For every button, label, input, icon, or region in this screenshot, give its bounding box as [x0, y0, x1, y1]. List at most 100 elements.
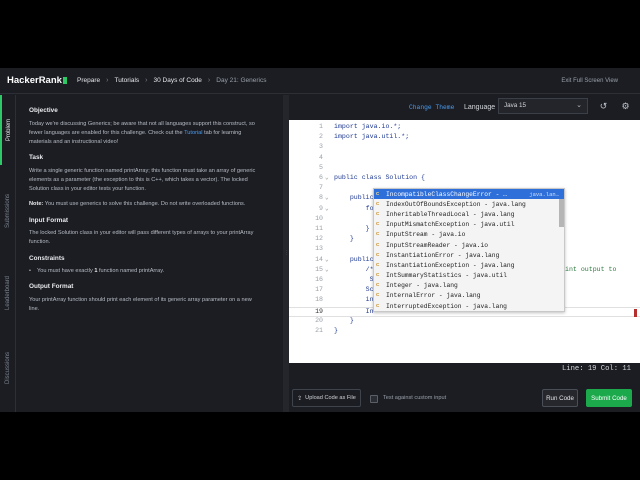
code-line[interactable]: 21} [289, 327, 640, 337]
fold-arrow-icon[interactable]: ⌄ [325, 205, 329, 212]
code-text: public class Solution { [334, 174, 426, 181]
class-icon: C [376, 190, 380, 196]
autocomplete-item[interactable]: C InstantiationException - java.lang [374, 260, 564, 270]
class-icon: C [376, 200, 380, 206]
autocomplete-label: InputStreamReader - java.io [386, 241, 489, 249]
fold-arrow-icon[interactable]: ⌄ [325, 194, 329, 201]
task-text: Write a single generic function named pr… [29, 167, 256, 193]
input-format-text: The locked Solution class in your editor… [29, 230, 254, 246]
class-icon: C [376, 282, 380, 288]
autocomplete-dropdown[interactable]: C IncompatibleClassChangeError - … java.la… [373, 188, 565, 312]
code-text: in [334, 296, 374, 304]
autocomplete-label: InputStream - java.io [386, 231, 466, 239]
change-theme-button[interactable]: Change Theme [409, 104, 454, 111]
note-body: You must use generics to solve this chal… [43, 201, 246, 208]
code-line[interactable]: 4 [289, 154, 640, 164]
line-number: 4 [319, 153, 323, 161]
autocomplete-item[interactable]: C InternalError - java.lang [374, 291, 564, 301]
fold-arrow-icon[interactable]: ⌄ [325, 174, 329, 181]
chevron-right-icon: › [207, 77, 211, 84]
line-number: 13 [315, 245, 323, 253]
code-line[interactable]: 2 import java.util.*; [289, 133, 640, 143]
constraint-text: function named printArray. [97, 268, 165, 275]
tab-leaderboard-label: Leaderboard [5, 275, 11, 311]
tab-discussions[interactable]: Discussions [0, 333, 16, 403]
editor-panel: Change Theme Language Java 15 ⌄ ↺ ⚙ 1 imp… [289, 95, 640, 412]
line-number: 15 [315, 265, 323, 273]
chevron-right-icon: › [145, 77, 148, 84]
code-line[interactable]: 6 ⌄ public class Solution { [289, 174, 640, 184]
input-format-heading: Input Format [29, 216, 69, 224]
autocomplete-item[interactable]: C Integer - java.lang [374, 281, 564, 291]
custom-input-label: Test against custom input [383, 395, 447, 401]
class-icon: C [376, 221, 380, 227]
code-editor[interactable]: 1 import java.io.*; 2 import java.util.*; 3 4… [289, 120, 640, 363]
tab-discussions-label: Discussions [5, 351, 12, 385]
class-icon: C [376, 261, 380, 267]
class-icon: C [376, 272, 380, 278]
autocomplete-item[interactable]: C IncompatibleClassChangeError - … java.la… [374, 189, 564, 200]
objective-heading: Objective [29, 107, 58, 114]
line-number: 10 [315, 214, 323, 222]
code-line[interactable]: 5 [289, 164, 640, 174]
code-line[interactable]: 1 import java.io.*; [289, 123, 640, 133]
constraints-list: You must have exactly 1 function named p… [29, 267, 261, 276]
tab-problem-label: Problem [6, 118, 12, 142]
constraints-heading: Constraints [29, 254, 65, 262]
code-line[interactable]: 20 } [289, 317, 640, 327]
language-value: Java 15 [504, 102, 527, 109]
tab-submissions[interactable]: Submissions [0, 171, 16, 251]
tutorial-link[interactable]: Tutorial [184, 130, 202, 136]
chevron-down-icon: ⌄ [576, 102, 582, 109]
exit-full-screen-link[interactable]: Exit Full Screen View [561, 78, 618, 84]
note-label: Note: [29, 201, 44, 208]
code-line[interactable]: 3 [289, 143, 640, 153]
line-number: 1 [319, 123, 323, 130]
chevron-right-icon: › [106, 77, 109, 84]
breadcrumb-30-days-of-code[interactable]: 30 Days of Code [154, 77, 202, 84]
upload-code-button[interactable]: ⇪ Upload Code as File [292, 389, 361, 407]
autocomplete-item[interactable]: C InputMismatchException - java.util [374, 220, 564, 230]
code-text: } [334, 316, 354, 324]
autocomplete-label: InputMismatchException - java.util [386, 221, 515, 229]
autocomplete-item[interactable]: C IntSummaryStatistics - java.util [374, 271, 564, 281]
tab-problem[interactable]: Problem [0, 95, 16, 165]
line-number: 19 [315, 307, 323, 315]
breadcrumb-tutorials[interactable]: Tutorials [114, 77, 139, 84]
logo-mark-icon [62, 77, 67, 84]
code-text: } [334, 235, 354, 243]
run-code-button[interactable]: Run Code [542, 389, 578, 407]
settings-gear-icon[interactable]: ⚙ [620, 101, 631, 112]
autocomplete-item[interactable]: C InstantiationError - java.lang [374, 250, 564, 260]
line-number: 20 [315, 316, 323, 324]
reset-code-icon[interactable]: ↺ [598, 101, 609, 112]
constraint-text: You must have exactly [37, 268, 95, 275]
custom-input-checkbox[interactable] [370, 395, 378, 403]
fold-arrow-icon[interactable]: ⌄ [325, 256, 329, 263]
autocomplete-item[interactable]: C InterruptedException - java.lang [374, 301, 564, 311]
line-number: 21 [315, 327, 323, 334]
autocomplete-label: InternalError - java.lang [386, 292, 481, 300]
autocomplete-item[interactable]: C InheritableThreadLocal - java.lang [374, 209, 564, 219]
line-number: 17 [315, 286, 323, 294]
breadcrumb-prepare[interactable]: Prepare [77, 77, 100, 84]
code-text: public [334, 255, 374, 263]
line-number: 16 [315, 276, 323, 283]
drag-handle-icon: ⋮ [284, 250, 289, 256]
tab-leaderboard[interactable]: Leaderboard [0, 253, 16, 333]
class-icon: C [376, 251, 380, 257]
autocomplete-item[interactable]: C InputStream - java.io [374, 230, 564, 240]
editor-toolbar: Change Theme Language Java 15 ⌄ ↺ ⚙ [289, 95, 640, 119]
autocomplete-label: IncompatibleClassChangeError - … [386, 190, 507, 198]
submit-code-button[interactable]: Submit Code [586, 389, 632, 407]
upload-label: Upload Code as File [305, 395, 356, 401]
language-select[interactable]: Java 15 ⌄ [498, 98, 588, 114]
breadcrumb: Prepare › Tutorials › 30 Days of Code › … [77, 77, 266, 84]
autocomplete-item[interactable]: C InputStreamReader - java.io [374, 240, 564, 250]
autocomplete-label: InterruptedException - java.lang [386, 302, 507, 310]
autocomplete-item[interactable]: C IndexOutOfBoundsException - java.lang [374, 199, 564, 209]
letterbox-bottom [0, 412, 640, 480]
hackerrank-logo[interactable]: HackerRank [7, 75, 77, 86]
output-format-text: Your printArray function should print ea… [29, 297, 252, 313]
fold-arrow-icon[interactable]: ⌄ [325, 266, 329, 273]
